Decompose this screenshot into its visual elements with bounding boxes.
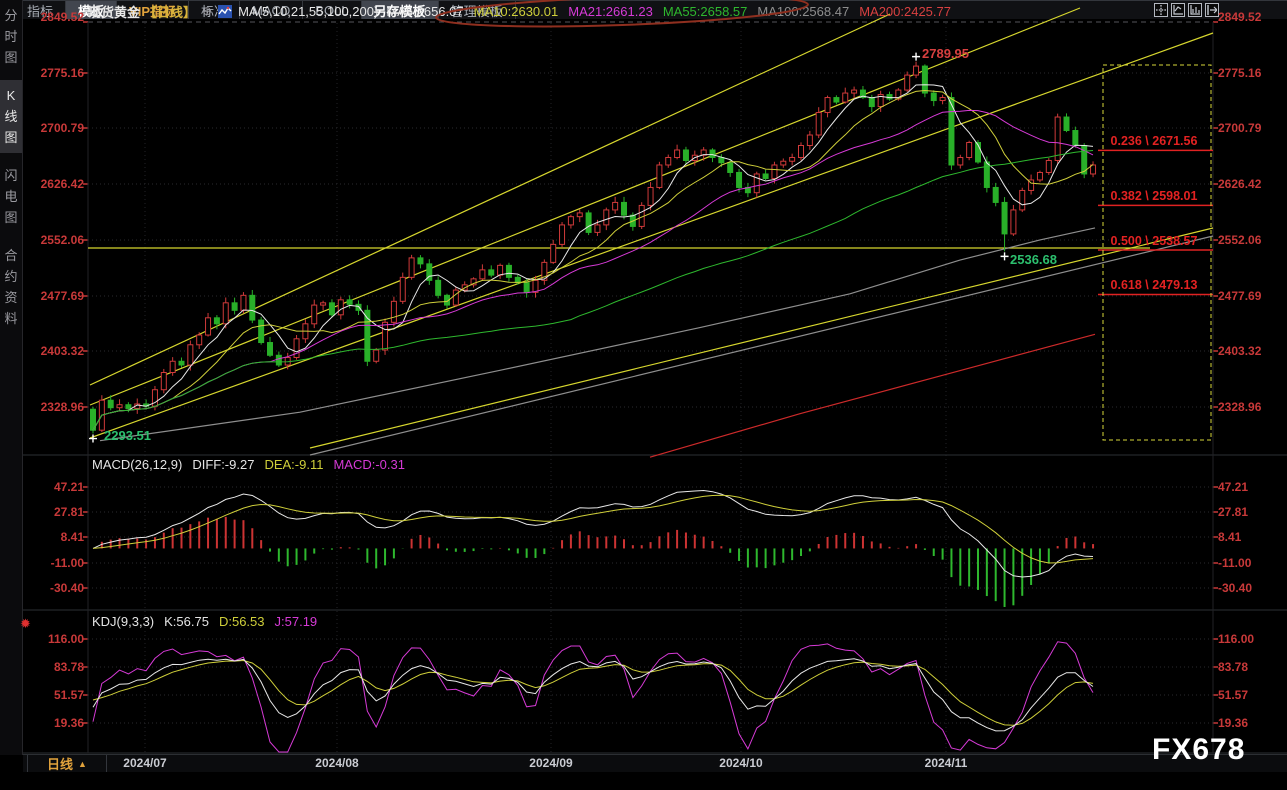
macd-name: MACD(26,12,9) [92,457,183,472]
sidebar: 分 时 图 K 线 图闪 电 图合 约 资 料 [0,0,23,755]
price-axis-label: 2403.32 [1218,344,1262,358]
x-axis-month-label: 2024/10 [719,756,763,770]
sidebar-item-3[interactable]: 闪 电 图 [0,160,22,233]
ma-value: MA200:2425.77 [859,3,951,19]
indicator-pane-icon[interactable] [1188,3,1202,17]
kline-chart-icon [218,4,233,18]
macd-axis-label: 27.81 [1218,505,1249,519]
kdj-k: K:56.75 [164,614,209,629]
ma-value: MA100:2568.47 [757,3,850,19]
ma-value: MA55:2658.57 [662,3,748,19]
chevron-up-icon: ▲ [78,758,87,769]
macd-macd: MACD:-0.31 [333,457,405,472]
kdj-axis-label: 83.78 [1218,660,1249,674]
price-axis-label: 2700.79 [1218,121,1262,135]
price-axis-label: 2477.69 [1218,289,1262,303]
zoom-chart-icon[interactable] [1171,3,1185,17]
price-annotation: 2293.51 [104,428,151,443]
kdj-axis-label: 51.57 [53,688,84,702]
fib-level-label: 0.500 \ 2538.57 [1110,233,1198,248]
sidebar-item-2[interactable]: K 线 图 [0,80,22,153]
ma-value: MA21:2661.23 [568,3,653,19]
macd-axis-label: -11.00 [50,556,84,570]
price-axis-label: 2477.69 [40,289,84,303]
macd-axis-label: 47.21 [53,480,84,494]
chart-toolbar [1154,3,1219,17]
chart-canvas[interactable] [0,0,1287,790]
alert-icon[interactable]: ✹ [20,616,31,632]
macd-axis-label: 27.81 [53,505,84,519]
price-annotation: 2536.68 [1010,252,1057,267]
period-selector[interactable]: 日线 ▲ [27,755,107,772]
price-annotation: 2789.95 [922,46,969,61]
ma-settings: MA(5,10,21,55,100,200) [238,3,379,19]
macd-header: MACD(26,12,9) DIFF:-9.27 DEA:-9.11 MACD:… [92,456,415,473]
expand-icon[interactable]: ⊕ [202,4,212,18]
x-axis-month-label: 2024/09 [529,756,573,770]
time-axis-strip: 日线 ▲ 2024/07 2024/08 2024/09 2024/10 2024/11 [23,754,1287,772]
price-axis-label: 2328.96 [1218,400,1262,414]
price-axis-label: 2328.96 [40,400,84,414]
kdj-header: KDJ(9,3,3) K:56.75 D:56.53 J:57.19 [92,613,327,630]
macd-diff: DIFF:-9.27 [192,457,255,472]
price-axis-label: 2403.32 [40,344,84,358]
x-axis-month-label: 2024/08 [315,756,359,770]
fib-level-label: 0.618 \ 2479.13 [1110,278,1198,293]
title-bar: 现货黄金 【日线】 ⊕ MA(5,10,21,55,100,200) MA5:2… [88,0,961,22]
price-axis-label: 2700.79 [40,121,84,135]
sidebar-item-1[interactable]: 分 时 图 [0,0,22,73]
x-axis-month-label: 2024/11 [924,756,968,770]
price-axis-label: 2775.16 [40,66,84,80]
ma-value: MA10:2630.01 [473,3,559,19]
kdj-axis-label: 83.78 [53,660,84,674]
kdj-axis-label: 19.36 [53,716,84,730]
price-axis-label: 2552.06 [1218,233,1262,247]
macd-axis-label: 8.41 [1218,530,1242,544]
exit-fullscreen-icon[interactable] [1205,3,1219,17]
period-label: 【日线】 [144,4,197,20]
x-axis-month-label: 2024/07 [123,756,167,770]
pan-icon[interactable] [1154,3,1168,17]
price-axis-label: 2775.16 [1218,66,1262,80]
kdj-name: KDJ(9,3,3) [92,614,155,629]
macd-dea: DEA:-9.11 [264,457,324,472]
macd-axis-label: 47.21 [1218,480,1249,494]
ma-value: MA5:2656.07 [386,3,464,19]
kdj-axis-label: 19.36 [1218,716,1249,730]
kdj-axis-label: 116.00 [1218,632,1255,646]
price-axis-label: 2849.52 [1218,10,1262,24]
fib-level-label: 0.382 \ 2598.01 [1110,189,1198,204]
price-axis-label: 2626.42 [40,177,84,191]
macd-axis-label: -30.40 [1218,581,1253,595]
ma-values: MA5:2656.07 MA10:2630.01 MA21:2661.23 MA55:… [386,4,961,19]
kdj-axis-label: 116.00 [47,632,84,646]
kdj-axis-label: 51.57 [1218,688,1249,702]
macd-axis-label: -30.40 [49,581,84,595]
price-axis-label: 2849.52 [40,10,84,24]
watermark: FX678 [1152,733,1246,766]
price-axis-label: 2552.06 [40,233,84,247]
macd-axis-label: -11.00 [1218,556,1252,570]
period-selector-label: 日线 [47,757,74,772]
macd-axis-label: 8.41 [60,530,84,544]
kdj-d: D:56.53 [218,614,265,629]
fib-level-label: 0.236 \ 2671.56 [1110,134,1198,149]
sidebar-item-4[interactable]: 合 约 资 料 [0,240,22,334]
symbol-name: 现货黄金 [88,4,141,20]
kdj-j: J:57.19 [274,614,318,629]
price-axis-label: 2626.42 [1218,177,1262,191]
trading-app: 分 时 图 K 线 图闪 电 图合 约 资 料 现货黄金 【日线】 ⊕ MA(5,… [0,0,1287,790]
